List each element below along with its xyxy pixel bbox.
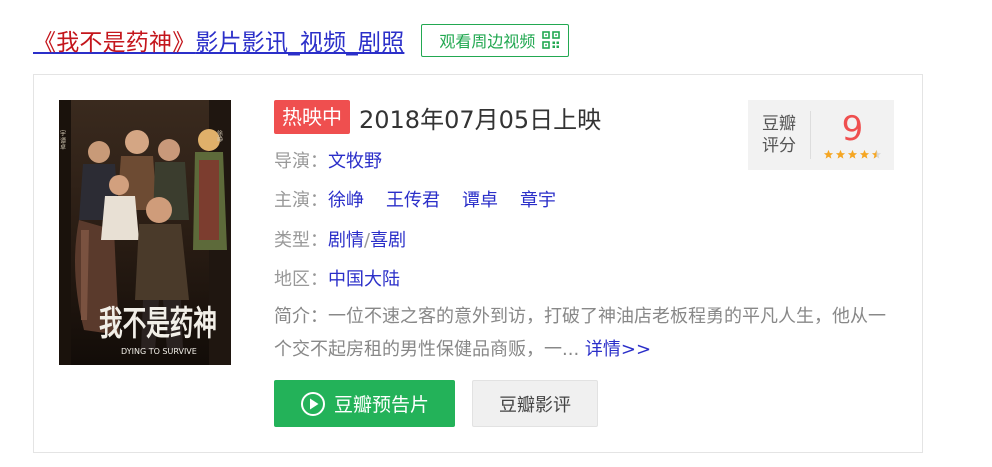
douban-rating-box[interactable]: 豆瓣 评分 9: [748, 100, 894, 170]
movie-poster[interactable]: 宇 谭卓 徐峥 我不是药神 DYING TO SURVIVE: [59, 100, 231, 365]
poster-subtitle: DYING TO SURVIVE: [121, 347, 197, 356]
synopsis-label: 简介：: [274, 306, 328, 327]
genre-link-comedy[interactable]: 喜剧: [370, 230, 406, 251]
genre-link-drama[interactable]: 剧情: [328, 230, 364, 251]
movie-title-link[interactable]: 《我不是药神》影片影讯_视频_剧照: [33, 23, 404, 57]
watch-nearby-video-label: 观看周边视频: [439, 32, 536, 51]
svg-text:宇 谭卓: 宇 谭卓: [59, 129, 66, 151]
synopsis-text: 一位不速之客的意外到访，打破了神油店老板程勇的平凡人生，他从一个交不起房租的男性…: [274, 306, 886, 360]
star-icon: [835, 149, 846, 159]
play-circle-icon: [300, 391, 325, 416]
star-icon: [871, 149, 882, 159]
qr-code-icon: [542, 31, 561, 49]
svg-text:徐峥: 徐峥: [216, 129, 223, 142]
star-icon: [823, 149, 834, 159]
actor-link[interactable]: 徐峥: [328, 190, 364, 211]
rating-label: 豆瓣 评分: [748, 111, 811, 159]
star-icon: [847, 149, 858, 159]
star-icon: [859, 149, 870, 159]
director-link[interactable]: 文牧野: [328, 151, 382, 172]
genre-row: 类型：剧情/喜剧: [274, 226, 406, 252]
rating-label-line2: 评分: [762, 136, 796, 156]
movie-card: 宇 谭卓 徐峥 我不是药神 DYING TO SURVIVE 热映中 2018年…: [33, 74, 923, 453]
rating-value-area: 9: [811, 111, 894, 160]
synopsis: 简介：一位不速之客的意外到访，打破了神油店老板程勇的平凡人生，他从一个交不起房租…: [274, 300, 889, 366]
movie-title-name[interactable]: 《我不是药神》: [33, 30, 195, 56]
region-link[interactable]: 中国大陆: [328, 269, 400, 290]
genre-label: 类型：: [274, 230, 328, 251]
director-row: 导演：文牧野: [274, 147, 382, 173]
release-date: 2018年07月05日上映: [359, 105, 602, 134]
movie-info: 热映中 2018年07月05日上映 导演：文牧野 主演：徐峥 王传君 谭卓 章宇 类型…: [274, 100, 894, 360]
douban-review-button[interactable]: 豆瓣影评: [472, 380, 598, 427]
movie-title-suffix[interactable]: 影片影讯_视频_剧照: [195, 30, 404, 56]
watch-nearby-video-button[interactable]: 观看周边视频: [421, 23, 570, 57]
director-label: 导演：: [274, 151, 328, 172]
actor-link[interactable]: 谭卓: [462, 190, 498, 211]
region-label: 地区：: [274, 269, 328, 290]
details-link[interactable]: 详情>>: [585, 339, 651, 360]
now-showing-badge: 热映中: [274, 100, 350, 134]
actor-link[interactable]: 章宇: [520, 190, 556, 211]
poster-title: 我不是药神: [99, 304, 217, 344]
trailer-label: 豆瓣预告片: [333, 394, 429, 416]
actors-label: 主演：: [274, 190, 328, 211]
rating-label-line1: 豆瓣: [762, 114, 796, 134]
rating-score: 9: [841, 108, 864, 149]
review-label: 豆瓣影评: [499, 394, 571, 416]
region-row: 地区：中国大陆: [274, 265, 400, 291]
rating-stars: [823, 149, 882, 160]
poster-image: 宇 谭卓 徐峥 我不是药神 DYING TO SURVIVE: [59, 100, 231, 365]
actor-link[interactable]: 王传君: [386, 190, 440, 211]
title-row: 《我不是药神》影片影讯_视频_剧照 观看周边视频: [33, 22, 570, 58]
actors-row: 主演：徐峥 王传君 谭卓 章宇: [274, 186, 578, 212]
douban-trailer-button[interactable]: 豆瓣预告片: [274, 380, 455, 427]
